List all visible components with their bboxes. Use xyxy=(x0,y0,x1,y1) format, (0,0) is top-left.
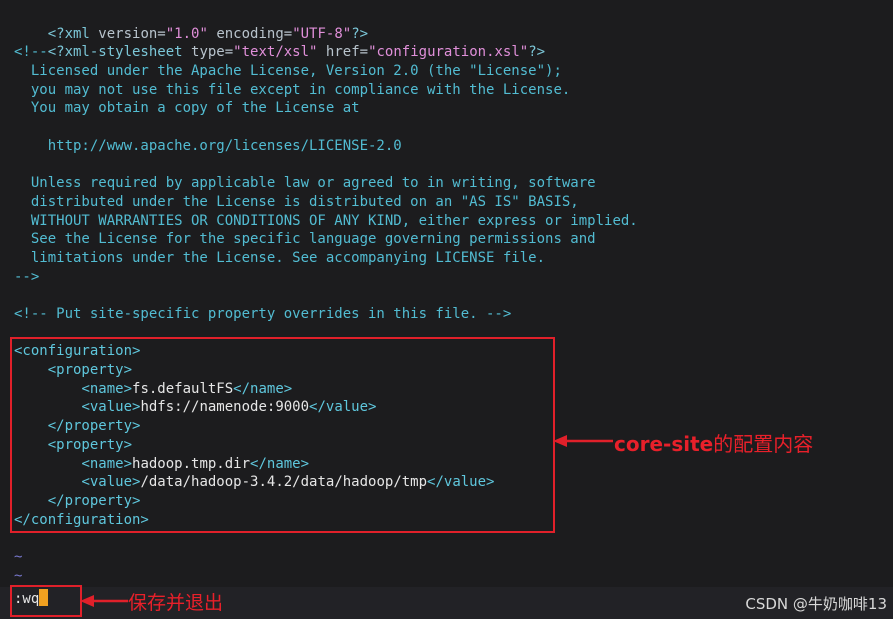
config-arrow-icon xyxy=(553,435,613,447)
config-highlight-box xyxy=(10,337,555,533)
attr-name: href= xyxy=(325,44,369,61)
attr-value: "configuration.xsl" xyxy=(368,44,529,61)
xml-declaration-end: ?> xyxy=(351,25,369,42)
comment-line xyxy=(14,156,893,175)
comment-line xyxy=(14,118,893,137)
attr-value: "UTF-8" xyxy=(292,25,352,42)
attr-value: "text/xsl" xyxy=(233,44,318,61)
config-annotation-suffix: 的配置内容 xyxy=(713,432,814,456)
comment-line: http://www.apache.org/licenses/LICENSE-2… xyxy=(14,137,402,154)
comment-line: --> xyxy=(14,268,40,285)
comment-line: WITHOUT WARRANTIES OR CONDITIONS OF ANY … xyxy=(14,212,638,229)
comment-line: <!-- Put site-specific property override… xyxy=(14,306,512,322)
empty-line-tilde: ~ xyxy=(14,567,23,584)
comment-line: You may obtain a copy of the License at xyxy=(14,100,360,117)
save-arrow-icon xyxy=(80,595,128,607)
comment-line: you may not use this file except in comp… xyxy=(14,81,571,98)
watermark: CSDN @牛奶咖啡13 xyxy=(745,595,887,613)
config-annotation: core-site的配置内容 xyxy=(614,428,813,457)
config-annotation-prefix: core-site xyxy=(614,432,714,456)
comment-line: See the License for the specific languag… xyxy=(14,231,596,248)
command-highlight-box xyxy=(10,585,82,617)
attr-name: type= xyxy=(191,44,234,61)
comment-line: limitations under the License. See accom… xyxy=(14,249,546,266)
attr-name: version= xyxy=(98,25,166,42)
comment-line: distributed under the License is distrib… xyxy=(14,193,579,210)
xml-declaration: <?xml xyxy=(47,25,99,42)
attr-value: "1.0" xyxy=(165,25,208,42)
attr-name: encoding= xyxy=(216,25,293,42)
save-quit-annotation: 保存并退出 xyxy=(128,592,224,614)
stylesheet-pi: <?xml-stylesheet xyxy=(47,44,192,61)
comment-line: Licensed under the Apache License, Versi… xyxy=(14,63,562,80)
editor-line: <?xml version="1.0" encoding="UTF-8"?> xyxy=(14,6,893,42)
comment-line: Unless required by applicable law or agr… xyxy=(14,175,596,192)
stylesheet-pi-end: ?> xyxy=(528,44,546,61)
empty-line-tilde: ~ xyxy=(14,548,23,565)
